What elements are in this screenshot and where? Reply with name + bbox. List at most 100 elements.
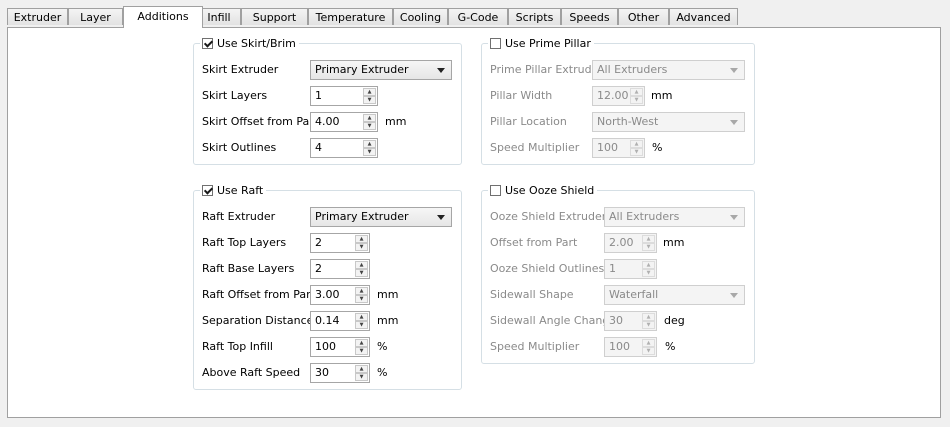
skirt-outlines-spinbox[interactable]: 4 ▲ ▼	[310, 138, 378, 158]
spin-down-icon[interactable]: ▼	[355, 373, 368, 381]
tab-temperature[interactable]: Temperature	[308, 8, 393, 25]
tab-cooling[interactable]: Cooling	[393, 8, 448, 25]
skirt-offset-spinbox[interactable]: 4.00 ▲ ▼	[310, 112, 378, 132]
ooze-angle-unit: deg	[664, 314, 685, 327]
spin-up-icon[interactable]: ▲	[355, 287, 368, 295]
skirt-title[interactable]: Use Skirt/Brim	[200, 35, 299, 51]
raft-separation-label: Separation Distance	[202, 314, 314, 327]
skirt-checkbox[interactable]	[202, 37, 213, 49]
tab-speeds[interactable]: Speeds	[561, 8, 618, 25]
raft-separation-spinbox[interactable]: 0.14 ▲ ▼	[310, 311, 370, 331]
skirt-extruder-label: Skirt Extruder	[202, 63, 279, 76]
spin-down-icon[interactable]: ▼	[355, 243, 368, 251]
raft-offset-spinbox[interactable]: 3.00 ▲ ▼	[310, 285, 370, 305]
prime-checkbox[interactable]	[490, 37, 501, 49]
tab-support[interactable]: Support	[241, 8, 308, 25]
spin-down-icon[interactable]: ▼	[355, 347, 368, 355]
raft-offset-unit: mm	[377, 288, 399, 301]
ooze-sidewall-select[interactable]: Waterfall	[604, 285, 745, 305]
chevron-down-icon	[437, 215, 445, 220]
raft-offset-label: Raft Offset from Part	[202, 288, 315, 301]
skirt-extruder-select[interactable]: Primary Extruder	[310, 60, 452, 80]
spin-up-icon[interactable]: ▲	[363, 140, 376, 148]
raft-top-infill-unit: %	[377, 340, 388, 353]
tab-advanced[interactable]: Advanced	[669, 8, 738, 25]
tab-layer[interactable]: Layer	[68, 8, 123, 25]
spin-up-icon[interactable]: ▲	[630, 140, 643, 148]
raft-offset-value: 3.00	[315, 288, 340, 301]
spin-down-icon[interactable]: ▼	[642, 269, 655, 277]
tab-infill[interactable]: Infill	[197, 8, 241, 25]
raft-above-speed-unit: %	[377, 366, 388, 379]
spin-up-icon[interactable]: ▲	[642, 261, 655, 269]
spin-up-icon[interactable]: ▲	[355, 365, 368, 373]
prime-location-select[interactable]: North-West	[592, 112, 745, 132]
prime-title[interactable]: Use Prime Pillar	[488, 35, 594, 51]
tab-additions[interactable]: Additions	[123, 6, 203, 28]
spin-up-icon[interactable]: ▲	[642, 235, 655, 243]
ooze-outlines-value: 1	[609, 262, 616, 275]
ooze-angle-spinbox[interactable]: 30 ▲ ▼	[604, 311, 657, 331]
prime-width-unit: mm	[651, 89, 673, 102]
spin-up-icon[interactable]: ▲	[642, 313, 655, 321]
tab-other[interactable]: Other	[618, 8, 669, 25]
raft-base-layers-spinbox[interactable]: 2 ▲ ▼	[310, 259, 370, 279]
raft-checkbox[interactable]	[202, 184, 213, 196]
ooze-outlines-label: Ooze Shield Outlines	[490, 262, 605, 275]
ooze-offset-spinbox[interactable]: 2.00 ▲ ▼	[604, 233, 657, 253]
raft-top-infill-value: 100	[315, 340, 336, 353]
chevron-down-icon	[437, 68, 445, 73]
ooze-speed-spinbox[interactable]: 100 ▲ ▼	[604, 337, 657, 357]
spin-up-icon[interactable]: ▲	[355, 313, 368, 321]
spin-down-icon[interactable]: ▼	[363, 148, 376, 156]
spin-up-icon[interactable]: ▲	[363, 88, 376, 96]
spin-up-icon[interactable]: ▲	[355, 235, 368, 243]
spin-up-icon[interactable]: ▲	[642, 339, 655, 347]
prime-width-spinbox[interactable]: 12.00 ▲ ▼	[592, 86, 645, 106]
ooze-extruder-label: Ooze Shield Extruder	[490, 210, 607, 223]
spin-down-icon[interactable]: ▼	[642, 321, 655, 329]
chevron-down-icon	[730, 215, 738, 220]
raft-extruder-label: Raft Extruder	[202, 210, 276, 223]
skirt-layers-spinbox[interactable]: 1 ▲ ▼	[310, 86, 378, 106]
prime-width-value: 12.00	[597, 89, 629, 102]
spin-down-icon[interactable]: ▼	[630, 96, 643, 104]
spin-up-icon[interactable]: ▲	[355, 339, 368, 347]
skirt-layers-value: 1	[315, 89, 322, 102]
spin-down-icon[interactable]: ▼	[363, 96, 376, 104]
prime-extruder-select[interactable]: All Extruders	[592, 60, 745, 80]
skirt-layers-label: Skirt Layers	[202, 89, 268, 102]
spin-up-icon[interactable]: ▲	[630, 88, 643, 96]
ooze-checkbox[interactable]	[490, 184, 501, 196]
tab-extruder[interactable]: Extruder	[7, 8, 68, 25]
chevron-down-icon	[730, 120, 738, 125]
tab-scripts[interactable]: Scripts	[508, 8, 561, 25]
spin-down-icon[interactable]: ▼	[355, 295, 368, 303]
raft-top-infill-spinbox[interactable]: 100 ▲ ▼	[310, 337, 370, 357]
spin-down-icon[interactable]: ▼	[642, 243, 655, 251]
raft-top-layers-spinbox[interactable]: 2 ▲ ▼	[310, 233, 370, 253]
prime-speed-spinbox[interactable]: 100 ▲ ▼	[592, 138, 645, 158]
tab-gcode[interactable]: G-Code	[448, 8, 508, 25]
ooze-title[interactable]: Use Ooze Shield	[488, 182, 598, 198]
spin-up-icon[interactable]: ▲	[355, 261, 368, 269]
spin-down-icon[interactable]: ▼	[630, 148, 643, 156]
prime-extruder-value: All Extruders	[597, 63, 668, 76]
prime-speed-unit: %	[652, 141, 663, 154]
raft-title[interactable]: Use Raft	[200, 182, 267, 198]
spin-down-icon[interactable]: ▼	[363, 122, 376, 130]
spin-down-icon[interactable]: ▼	[355, 269, 368, 277]
ooze-extruder-select[interactable]: All Extruders	[604, 207, 745, 227]
raft-extruder-select[interactable]: Primary Extruder	[310, 207, 452, 227]
spin-down-icon[interactable]: ▼	[355, 321, 368, 329]
raft-above-speed-spinbox[interactable]: 30 ▲ ▼	[310, 363, 370, 383]
ooze-outlines-spinbox[interactable]: 1 ▲ ▼	[604, 259, 657, 279]
spin-down-icon[interactable]: ▼	[642, 347, 655, 355]
skirt-title-label: Use Skirt/Brim	[217, 36, 296, 50]
prime-speed-value: 100	[597, 141, 618, 154]
chevron-down-icon	[730, 68, 738, 73]
ooze-title-label: Use Ooze Shield	[505, 183, 595, 197]
raft-top-infill-label: Raft Top Infill	[202, 340, 273, 353]
spin-up-icon[interactable]: ▲	[363, 114, 376, 122]
ooze-speed-label: Speed Multiplier	[490, 340, 580, 353]
